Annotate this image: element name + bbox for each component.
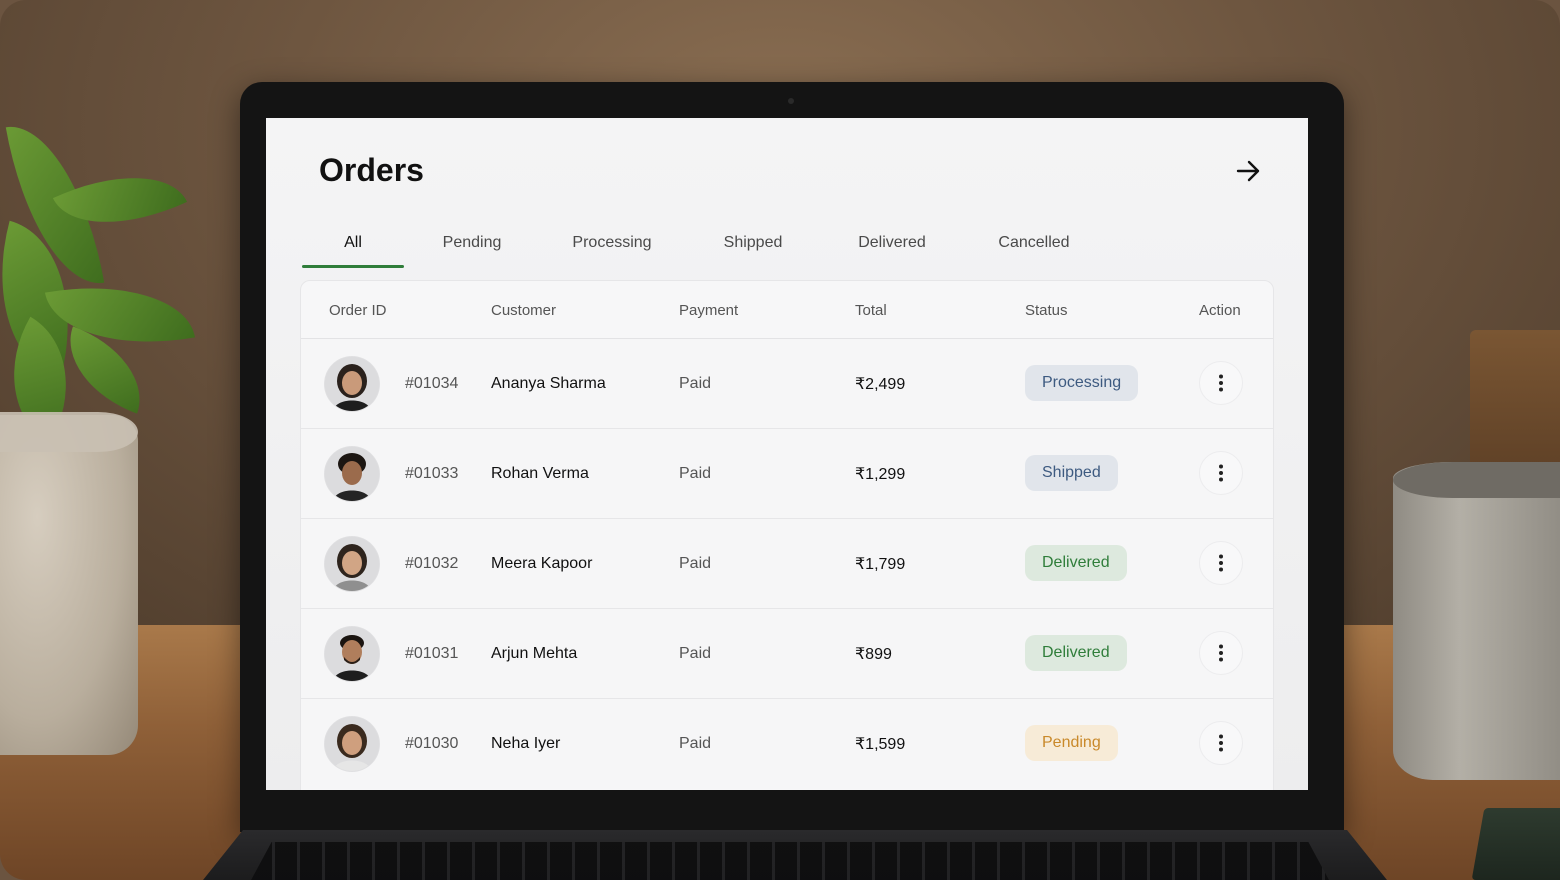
status-badge: Shipped [1025, 455, 1118, 491]
customer-name: Neha Iyer [491, 735, 561, 752]
avatar [325, 627, 379, 681]
ceramic-mug [1393, 462, 1560, 780]
more-actions-button[interactable] [1199, 631, 1243, 675]
more-vertical-icon [1219, 464, 1223, 482]
laptop-screen: Orders All Pending Processing Shipped De… [266, 118, 1308, 790]
table-row[interactable]: #01031 Arjun Mehta Paid ₹899 Delivered [301, 609, 1273, 699]
column-header-order-id: Order ID [329, 301, 387, 319]
more-actions-button[interactable] [1199, 361, 1243, 405]
payment-status: Paid [679, 555, 712, 572]
table-row[interactable]: #01034 Ananya Sharma Paid ₹2,499 Process… [301, 339, 1273, 429]
tab-cancelled[interactable]: Cancelled [984, 218, 1084, 268]
table-row[interactable]: #01032 Meera Kapoor Paid ₹1,799 Delivere… [301, 519, 1273, 609]
avatar [325, 447, 379, 501]
ceramic-mug-top [1393, 462, 1560, 498]
tab-processing[interactable]: Processing [558, 218, 666, 268]
payment-status: Paid [679, 645, 712, 662]
customer-name: Rohan Verma [491, 465, 589, 482]
tab-all[interactable]: All [302, 218, 404, 268]
more-vertical-icon [1219, 734, 1223, 752]
more-vertical-icon [1219, 554, 1223, 572]
customer-name: Arjun Mehta [491, 645, 578, 662]
more-actions-button[interactable] [1199, 541, 1243, 585]
table-header: Order ID Customer Payment Total Status A… [301, 281, 1273, 339]
order-total: ₹1,599 [855, 736, 906, 753]
table-row[interactable]: #01033 Rohan Verma Paid ₹1,299 Shipped [301, 429, 1273, 519]
avatar [325, 537, 379, 591]
table-row[interactable]: #01030 Neha Iyer Paid ₹1,599 Pending [301, 699, 1273, 789]
order-id: #01032 [405, 555, 459, 572]
order-id: #01030 [405, 735, 459, 752]
status-tabs: All Pending Processing Shipped Delivered… [302, 218, 1252, 268]
order-id: #01034 [405, 375, 459, 392]
payment-status: Paid [679, 375, 712, 392]
payment-status: Paid [679, 465, 712, 482]
payment-status: Paid [679, 735, 712, 752]
status-badge: Pending [1025, 725, 1118, 761]
more-vertical-icon [1219, 644, 1223, 662]
customer-name: Meera Kapoor [491, 555, 593, 572]
order-total: ₹1,299 [855, 466, 906, 483]
page-title: Orders [319, 152, 424, 188]
plant-pot [0, 415, 138, 755]
order-id: #01033 [405, 465, 459, 482]
status-badge: Processing [1025, 365, 1139, 401]
status-badge: Delivered [1025, 545, 1127, 581]
avatar [325, 717, 379, 771]
order-total: ₹899 [855, 646, 892, 663]
order-total: ₹2,499 [855, 376, 906, 393]
avatar [325, 357, 379, 411]
column-header-payment: Payment [679, 301, 739, 319]
column-header-action: Action [1199, 301, 1241, 319]
column-header-status: Status [1025, 301, 1068, 319]
orders-table: Order ID Customer Payment Total Status A… [300, 280, 1274, 790]
tab-delivered[interactable]: Delivered [842, 218, 942, 268]
wooden-shelf [1470, 330, 1560, 480]
order-id: #01031 [405, 645, 459, 662]
column-header-total: Total [855, 301, 887, 319]
arrow-right-icon [1236, 160, 1260, 182]
order-total: ₹1,799 [855, 556, 906, 573]
more-actions-button[interactable] [1199, 451, 1243, 495]
notebook [1471, 808, 1560, 880]
keyboard-keys [250, 842, 1330, 880]
status-badge: Delivered [1025, 635, 1127, 671]
camera-icon [788, 98, 794, 104]
more-vertical-icon [1219, 374, 1223, 392]
arrow-right-button[interactable] [1234, 156, 1264, 186]
column-header-customer: Customer [491, 301, 557, 319]
plant-pot-rim [0, 412, 138, 452]
tab-pending[interactable]: Pending [424, 218, 520, 268]
tab-shipped[interactable]: Shipped [708, 218, 798, 268]
customer-name: Ananya Sharma [491, 375, 606, 392]
more-actions-button[interactable] [1199, 721, 1243, 765]
